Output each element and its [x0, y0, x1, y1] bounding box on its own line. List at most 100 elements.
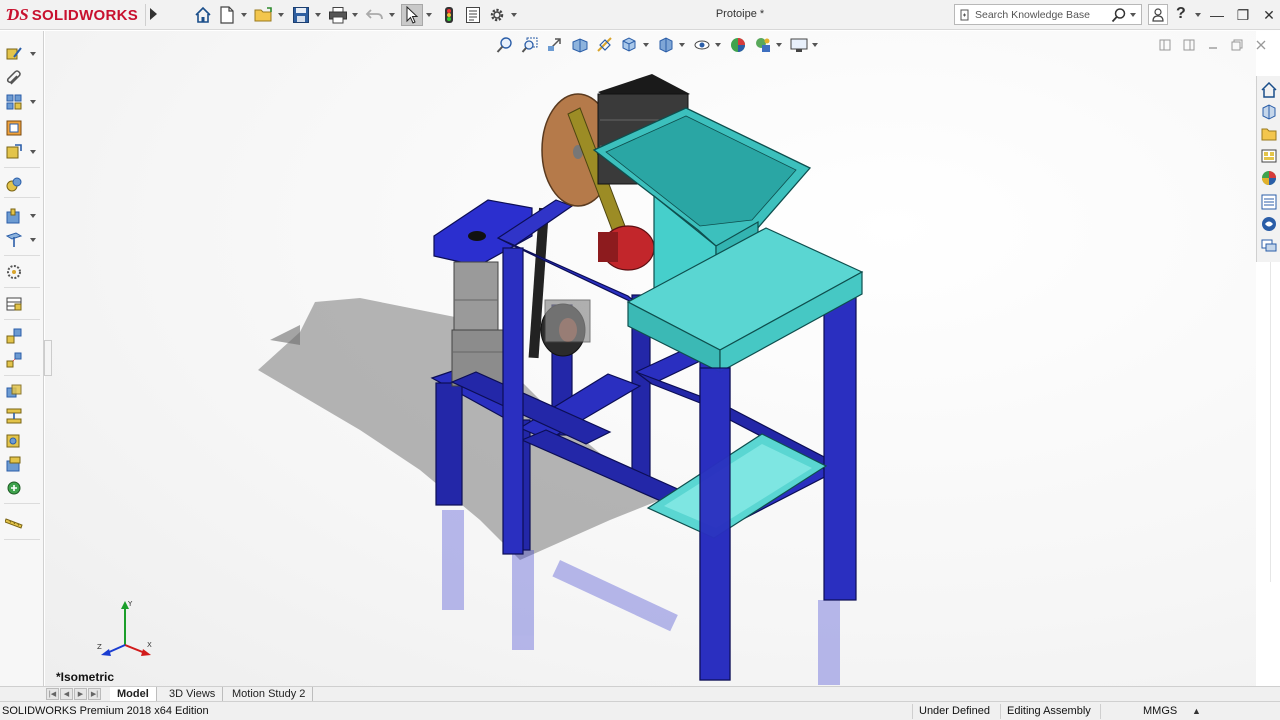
edit-component-button[interactable] [4, 43, 40, 65]
solidworks-forum-icon[interactable] [1259, 214, 1279, 234]
restore-button[interactable]: ❐ [1232, 5, 1254, 25]
user-account-icon[interactable] [1148, 4, 1168, 25]
close-button[interactable]: ✕ [1258, 5, 1280, 25]
chevron-down-icon[interactable] [30, 238, 36, 242]
hole-alignment-button[interactable] [4, 429, 40, 451]
panel-splitter[interactable] [44, 340, 52, 376]
clearance-verification-button[interactable] [4, 405, 40, 427]
display-style-icon[interactable] [655, 34, 677, 56]
measure-button[interactable] [4, 453, 40, 475]
solidworks-resources-icon[interactable] [1259, 80, 1279, 100]
custom-properties-icon[interactable] [1259, 192, 1279, 212]
chevron-down-icon[interactable] [426, 13, 432, 17]
chevron-down-icon[interactable] [30, 150, 36, 154]
search-input[interactable] [975, 8, 1105, 21]
save-icon[interactable] [290, 4, 312, 26]
graphics-area[interactable]: Y X Z [45, 31, 1256, 686]
zoom-to-fit-icon[interactable] [494, 34, 516, 56]
ruler-button[interactable] [4, 509, 40, 531]
bill-of-materials-button[interactable] [4, 293, 40, 315]
minimize-button[interactable]: — [1206, 5, 1228, 25]
print-icon[interactable] [327, 4, 349, 26]
move-component-button[interactable] [4, 141, 40, 163]
viewport-minimize-icon[interactable] [1204, 37, 1222, 53]
appearances-scenes-icon[interactable] [1259, 168, 1279, 188]
tab-motion-study-2[interactable]: Motion Study 2 [225, 687, 314, 702]
new-document-icon[interactable] [216, 4, 238, 26]
traffic-light-icon[interactable] [438, 4, 460, 26]
file-explorer-icon[interactable] [1259, 124, 1279, 144]
chevron-down-icon[interactable] [776, 43, 782, 47]
hide-show-items-icon[interactable] [691, 34, 713, 56]
chevron-down-icon[interactable] [315, 13, 321, 17]
chat-icon[interactable] [1259, 236, 1279, 256]
open-folder-icon[interactable] [253, 4, 275, 26]
show-hidden-button[interactable] [4, 173, 40, 195]
previous-view-icon[interactable] [544, 34, 566, 56]
clearance-verification-icon [4, 406, 24, 426]
edit-appearance-icon[interactable] [727, 34, 749, 56]
assembly-model[interactable] [45, 31, 1256, 686]
options-gear-icon[interactable] [486, 4, 508, 26]
show-hidden-icon [4, 174, 24, 194]
chevron-down-icon[interactable] [30, 100, 36, 104]
units-selector[interactable]: MMGS [1143, 705, 1177, 717]
file-properties-icon[interactable] [462, 4, 484, 26]
chevron-down-icon[interactable] [30, 52, 36, 56]
select-arrow-icon[interactable] [401, 4, 423, 26]
units-caret-icon[interactable]: ▲ [1192, 706, 1201, 716]
chevron-down-icon[interactable] [715, 43, 721, 47]
view-orientation-icon[interactable] [619, 34, 641, 56]
home-icon[interactable] [192, 4, 214, 26]
paperclip-button[interactable] [4, 67, 40, 89]
help-button[interactable]: ? [1176, 5, 1186, 23]
zoom-to-area-icon[interactable] [519, 34, 541, 56]
view-palette-icon[interactable] [1259, 146, 1279, 166]
measure-icon [4, 454, 24, 474]
chevron-down-icon[interactable] [30, 214, 36, 218]
new-motion-study-button[interactable] [4, 261, 40, 283]
chevron-down-icon[interactable] [352, 13, 358, 17]
viewport-close-icon[interactable] [1252, 37, 1270, 53]
document-title: Protoipe * [715, 8, 765, 20]
divider [4, 255, 40, 256]
dynamic-annotation-icon[interactable] [594, 34, 616, 56]
next-tab-button[interactable]: ▶ [74, 688, 87, 700]
chevron-down-icon[interactable] [278, 13, 284, 17]
view-settings-icon[interactable] [788, 34, 810, 56]
search-knowledge-base[interactable] [954, 4, 1142, 25]
search-icon[interactable] [1111, 7, 1127, 23]
undo-icon[interactable] [364, 4, 386, 26]
chevron-down-icon[interactable] [241, 13, 247, 17]
apply-scene-icon[interactable] [752, 34, 774, 56]
interference-detection-button[interactable] [4, 381, 40, 403]
instant3d-button[interactable] [4, 477, 40, 499]
chevron-down-icon[interactable] [643, 43, 649, 47]
explode-line-sketch-button[interactable] [4, 349, 40, 371]
chevron-down-icon[interactable] [1130, 13, 1136, 17]
reference-geometry-button[interactable] [4, 229, 40, 251]
chevron-down-icon[interactable] [679, 43, 685, 47]
chevron-down-icon[interactable] [389, 13, 395, 17]
tile-left-icon[interactable] [1156, 37, 1174, 53]
tab-model[interactable]: Model [110, 687, 157, 702]
last-tab-button[interactable]: ▶| [88, 688, 101, 700]
chevron-down-icon[interactable] [511, 13, 517, 17]
smart-fasteners-button[interactable] [4, 117, 40, 139]
viewport-restore-icon[interactable] [1228, 37, 1246, 53]
assembly-features-button[interactable] [4, 205, 40, 227]
solidworks-logo[interactable]: ƊS SOLIDWORKS [6, 4, 138, 26]
expand-menu-icon[interactable] [150, 8, 157, 20]
tab-3d-views[interactable]: 3D Views [162, 687, 224, 702]
editing-mode-status: Editing Assembly [1007, 705, 1091, 717]
first-tab-button[interactable]: |◀ [46, 688, 59, 700]
design-library-icon[interactable] [1259, 102, 1279, 122]
exploded-view-button[interactable] [4, 325, 40, 347]
linear-pattern-button[interactable] [4, 91, 40, 113]
section-view-icon[interactable] [569, 34, 591, 56]
chevron-down-icon[interactable] [812, 43, 818, 47]
tile-right-icon[interactable] [1180, 37, 1198, 53]
assembly-features-icon [4, 206, 24, 226]
previous-tab-button[interactable]: ◀ [60, 688, 73, 700]
chevron-down-icon[interactable] [1195, 13, 1201, 17]
